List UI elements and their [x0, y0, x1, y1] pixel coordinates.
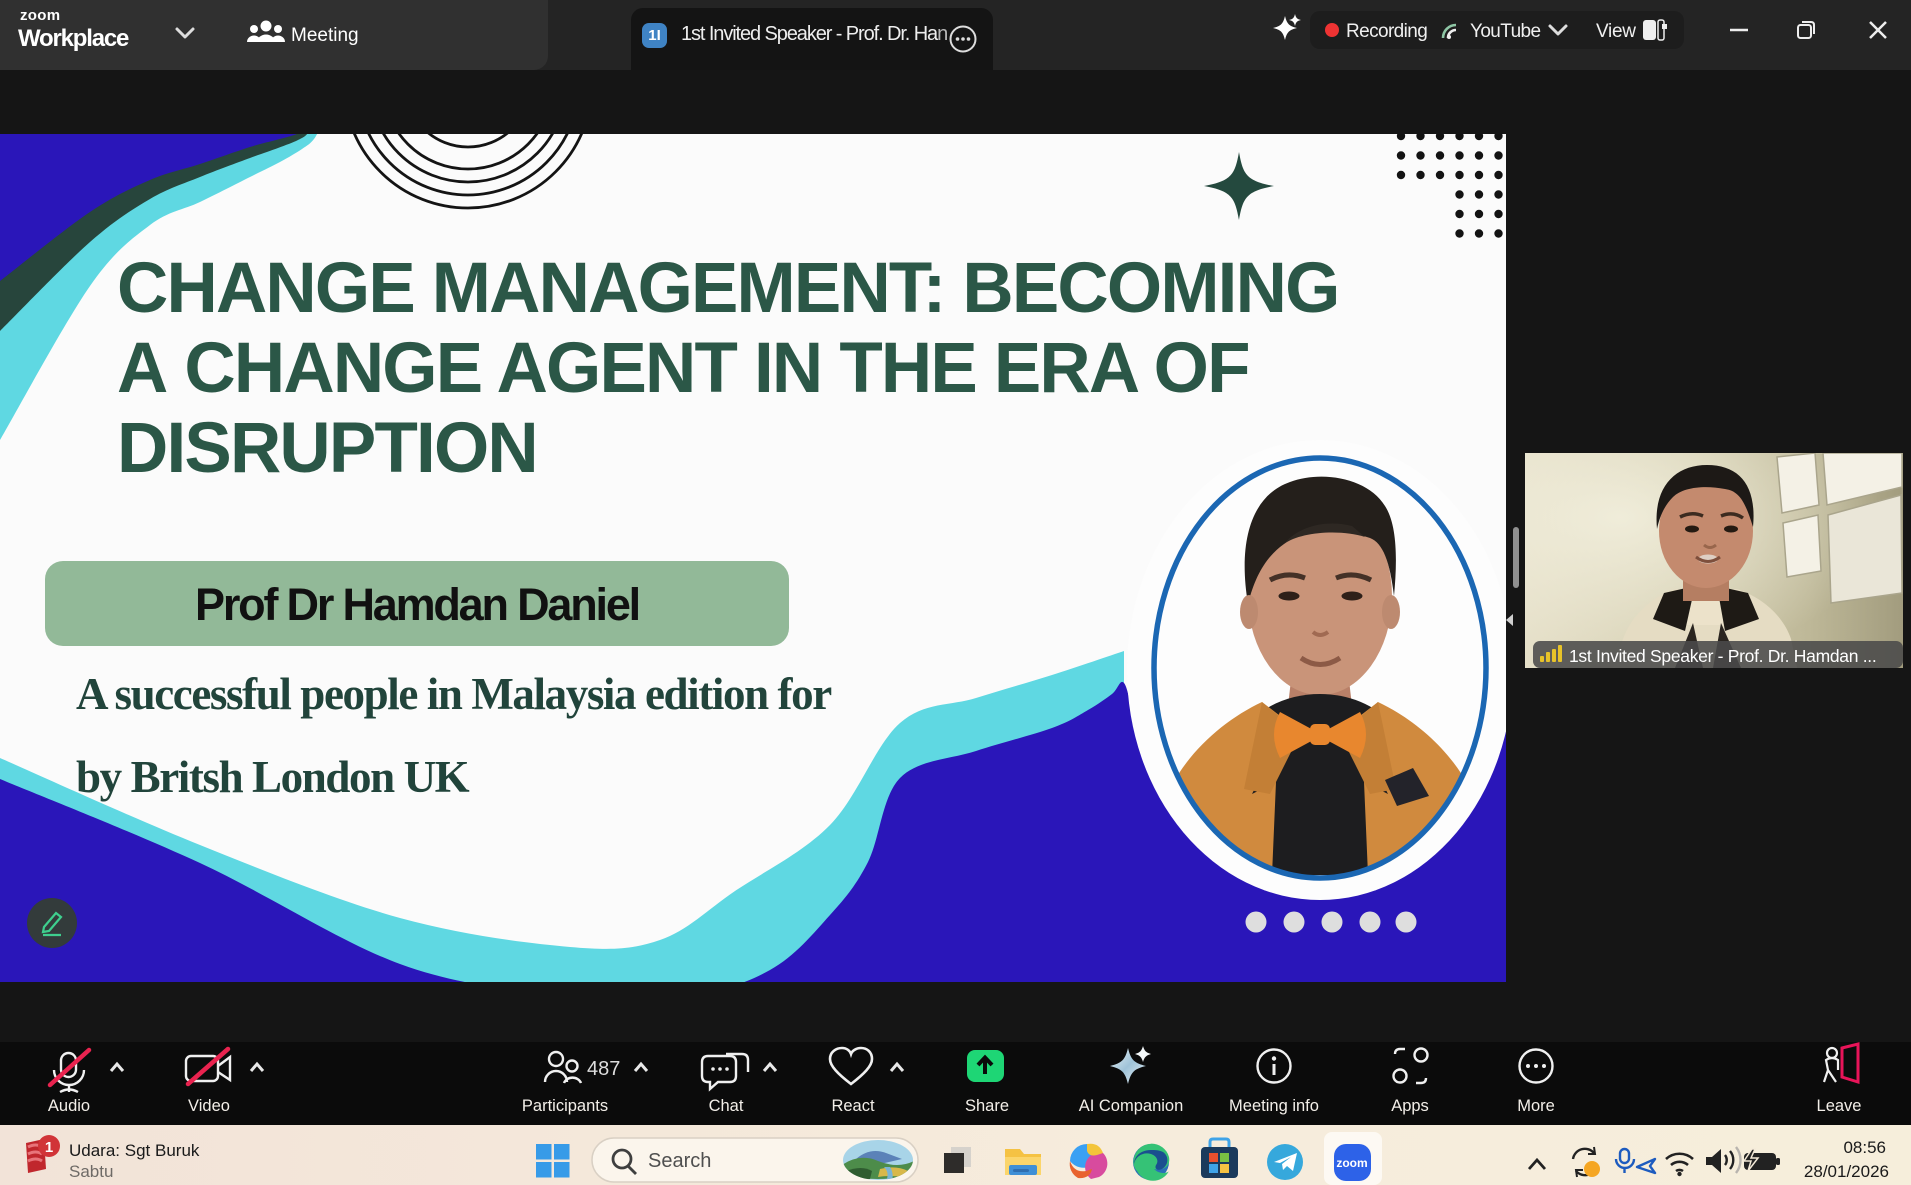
- svg-text:08:56: 08:56: [1843, 1138, 1886, 1157]
- svg-text:Search: Search: [648, 1150, 711, 1172]
- svg-text:zoom: zoom: [20, 7, 60, 24]
- svg-text:Recording: Recording: [1346, 21, 1427, 42]
- svg-text:zoom: zoom: [1336, 1156, 1367, 1170]
- svg-text:View: View: [1596, 21, 1636, 42]
- svg-text:Meeting: Meeting: [291, 25, 359, 46]
- svg-text:1st Invited Speaker - Prof. Dr: 1st Invited Speaker - Prof. Dr. Hamdan .…: [1569, 646, 1876, 666]
- svg-text:Workplace: Workplace: [18, 25, 129, 52]
- svg-text:28/01/2026: 28/01/2026: [1804, 1162, 1889, 1181]
- svg-text:487: 487: [587, 1058, 620, 1080]
- svg-text:Sabtu: Sabtu: [69, 1162, 113, 1181]
- svg-text:Udara: Sgt Buruk: Udara: Sgt Buruk: [69, 1141, 200, 1160]
- svg-text:YouTube: YouTube: [1470, 21, 1540, 42]
- svg-text:1: 1: [45, 1139, 53, 1156]
